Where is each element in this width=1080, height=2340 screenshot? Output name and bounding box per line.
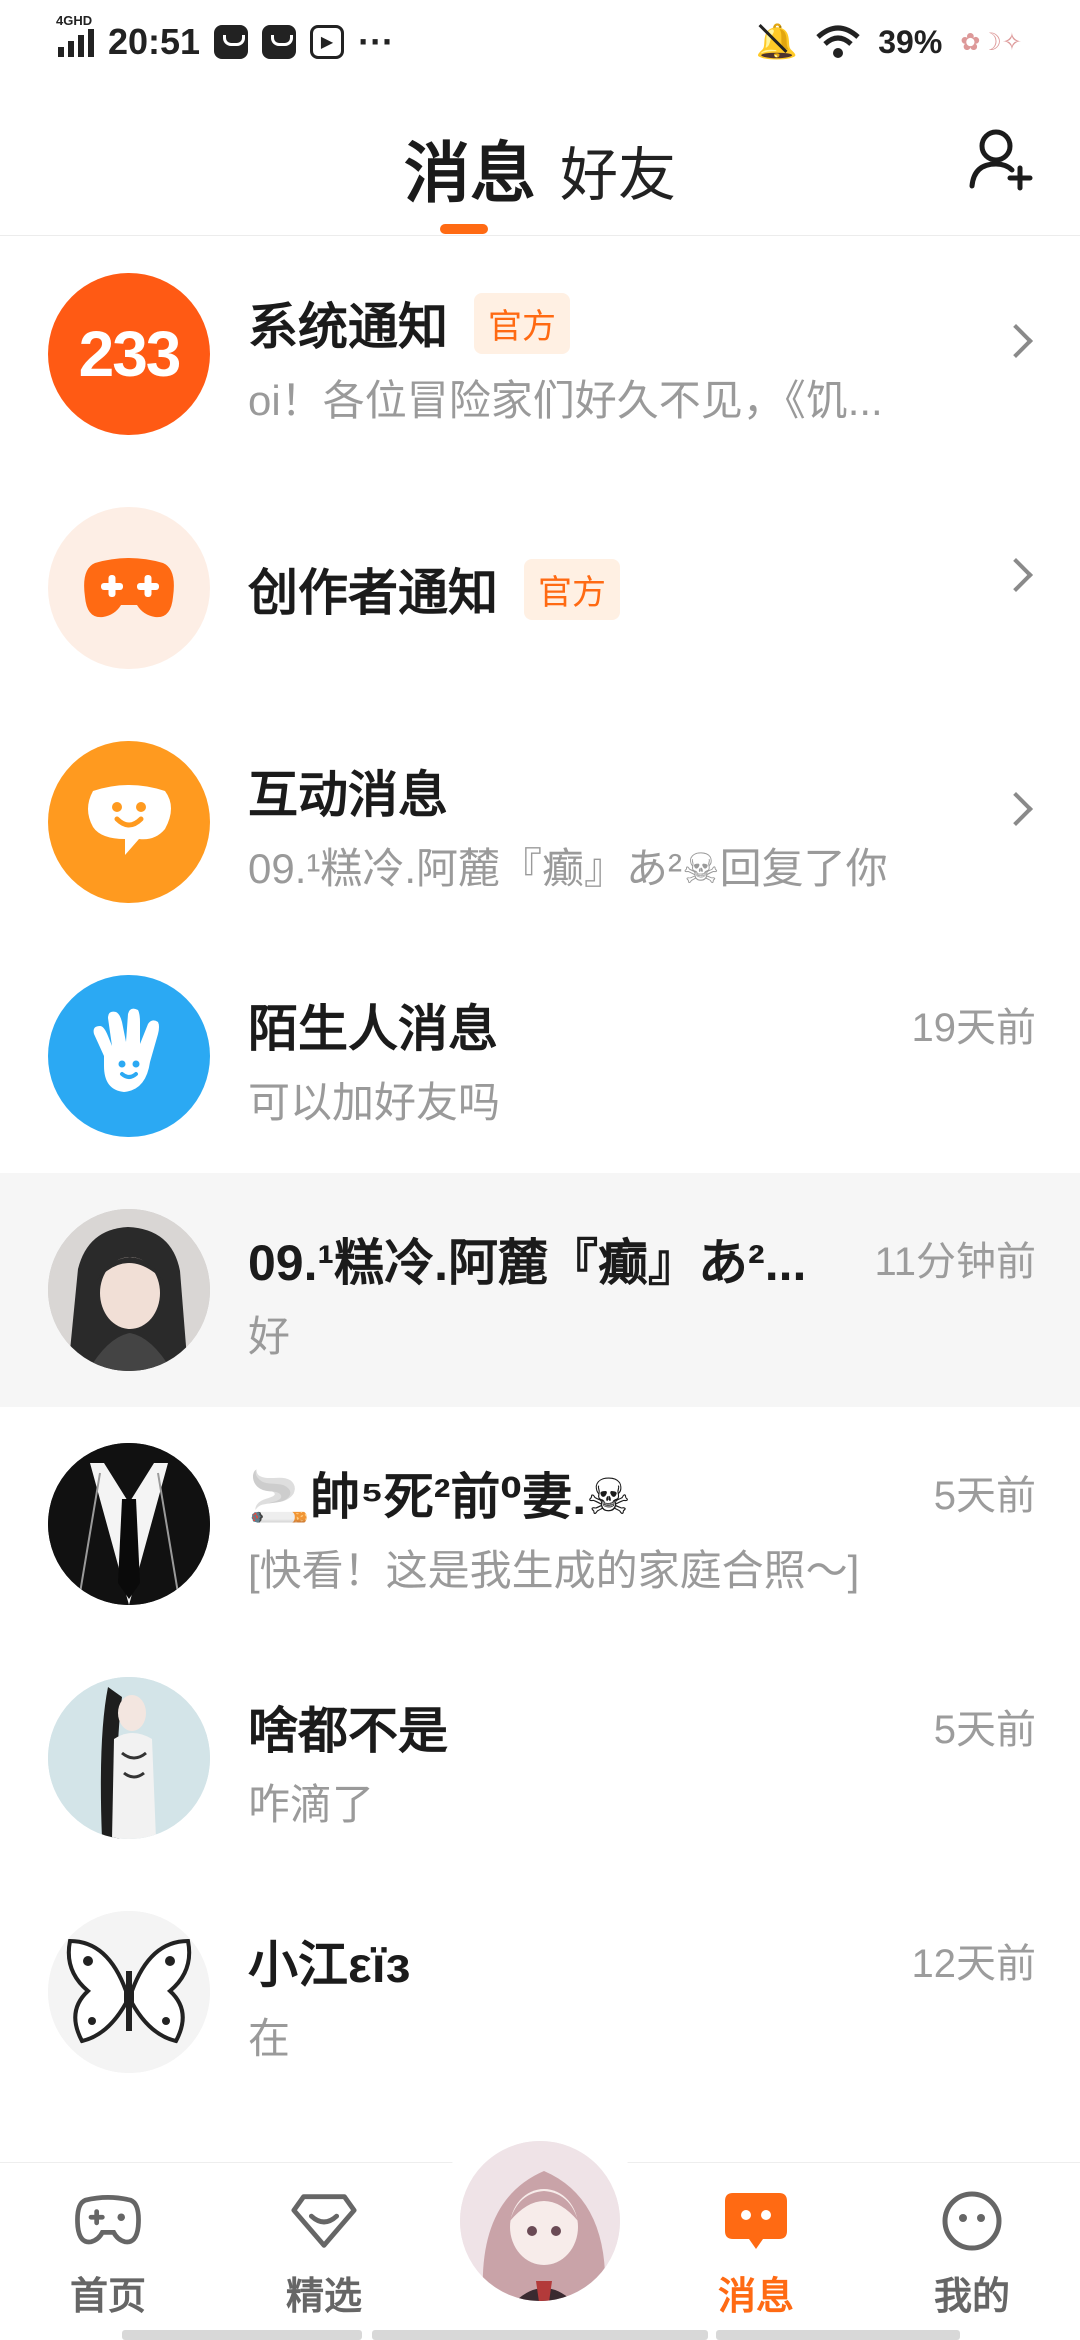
chevron-right-icon [999,792,1033,826]
conversation-time: 11分钟前 [874,1240,1036,1284]
nav-label: 消息 [717,2276,794,2318]
top-bar: 消息 好友 [0,84,1080,236]
chevron-right-icon [999,324,1033,358]
conversation-user[interactable]: 09.¹糕冷.阿麓『癫』あ²... 好 11分钟前 [0,1173,1080,1407]
conversation-name: 啥都不是 [248,1703,448,1759]
gamepad-icon [74,2191,142,2251]
conversation-preview: 好 [248,1313,291,1360]
conversation-preview: 09.¹糕冷.阿麓『癫』あ²☠回复了你 [248,845,888,892]
conversation-preview: [快看！这是我生成的家庭合照～] [248,1547,860,1594]
status-time: 20:51 [108,21,201,62]
network-type: 4GHD [56,13,93,28]
conversation-time: 5天前 [933,1474,1036,1518]
gamepad-plus-icon [48,507,210,669]
user-avatar [48,1677,210,1839]
center-profile-avatar[interactable] [456,2137,624,2305]
gesture-bar [372,2330,708,2340]
nav-label: 我的 [933,2276,1010,2318]
hand-wave-icon [48,975,210,1137]
tab-friends[interactable]: 好友 [560,128,676,216]
chat-bubble-icon [48,741,210,903]
nav-label: 首页 [69,2276,146,2318]
conversation-name: 创作者通知 [248,565,498,621]
conversation-system-notice[interactable]: 233 系统通知 官方 oi！各位冒险家们好久不见，《饥... [0,237,1080,471]
conversation-user[interactable]: 啥都不是 咋滴了 5天前 [0,1641,1080,1875]
notification-app-icon [262,25,297,59]
conversation-stranger[interactable]: 陌生人消息 可以加好友吗 19天前 [0,939,1080,1173]
chevron-right-icon [999,558,1033,592]
nav-featured[interactable]: 精选 [254,2191,394,2320]
conversation-preview: 可以加好友吗 [248,1079,501,1126]
official-badge: 官方 [474,292,570,354]
nav-profile[interactable]: 我的 [902,2191,1042,2320]
conversation-list: 233 系统通知官方 oi！各位冒险家们好久不见，《饥... 创作者通知官方 [0,237,1080,2109]
active-tab-indicator [440,224,488,234]
status-bar: 4GHD 20:51 ▶ ··· 🔔 39% ✿☽✧ [0,0,1080,84]
face-icon [938,2191,1006,2251]
signal-icon: 4GHD [56,13,94,57]
conversation-user[interactable]: 小江εïз 在 12天前 [0,1875,1080,2109]
play-icon: ▶ [310,25,345,59]
nav-label: 精选 [285,2276,362,2318]
conversation-preview: 在 [248,2015,291,2062]
conversation-time: 19天前 [911,1006,1037,1050]
heart-diamond-icon [290,2191,358,2251]
conversation-user[interactable]: 🚬帥⁵死²前⁰妻.☠ [快看！这是我生成的家庭合照～] 5天前 [0,1407,1080,1641]
gesture-bar [716,2330,960,2340]
conversation-preview: 咋滴了 [248,1781,375,1828]
conversation-name: 🚬帥⁵死²前⁰妻.☠ [248,1469,632,1525]
silent-bell-icon: 🔔 [755,23,799,61]
conversation-name: 09.¹糕冷.阿麓『癫』あ²... [248,1235,807,1291]
user-avatar [48,1443,210,1605]
add-friend-button[interactable] [966,124,1036,194]
conversation-creator-notice[interactable]: 创作者通知 官方 [0,471,1080,705]
conversation-preview: oi！各位冒险家们好久不见，《饥... [248,377,883,424]
conversation-name: 小江εïз [248,1937,411,1993]
more-notifications: ··· [358,21,395,62]
tab-messages[interactable]: 消息 [404,120,536,216]
gesture-bar [122,2330,362,2340]
conversation-name: 系统通知 [248,299,448,355]
official-badge: 官方 [524,558,620,620]
conversation-name: 陌生人消息 [248,1001,498,1057]
bottom-navigation: 首页 精选 消息 我的 [0,2119,1080,2340]
conversation-interaction[interactable]: 互动消息 09.¹糕冷.阿麓『癫』あ²☠回复了你 [0,705,1080,939]
message-tabs: 消息 好友 [0,120,1080,216]
system-notice-avatar: 233 [48,273,210,435]
decoration-icon: ✿☽✧ [960,28,1022,56]
notification-app-icon [214,25,249,59]
conversation-name: 互动消息 [248,767,448,823]
conversation-time: 5天前 [933,1708,1036,1752]
user-avatar [48,1911,210,2073]
message-icon [722,2191,790,2251]
battery-level: 39% [878,23,943,60]
wifi-icon [816,25,860,58]
nav-home[interactable]: 首页 [38,2191,178,2320]
conversation-time: 12天前 [911,1942,1037,1986]
nav-messages[interactable]: 消息 [686,2191,826,2320]
user-avatar [48,1209,210,1371]
